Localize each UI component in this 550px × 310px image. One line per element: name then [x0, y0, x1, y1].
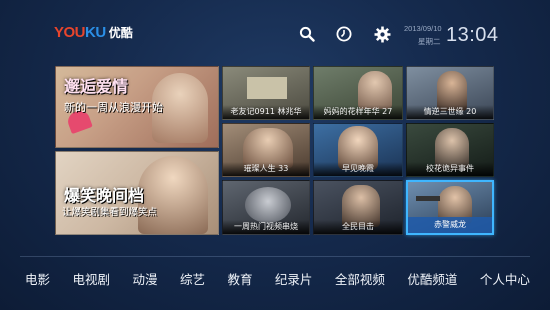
video-tile-focused[interactable]: 赤警威龙 [406, 180, 494, 235]
clock-icon[interactable] [335, 25, 353, 43]
tile-caption: 老友记0911 林兆华 [223, 105, 309, 119]
clock-text: 13:04 [446, 24, 499, 46]
video-tile[interactable]: 校花诡异事件 [406, 123, 494, 177]
nav-item-all-videos[interactable]: 全部视频 [335, 269, 385, 288]
tile-caption: 情逆三世缘 20 [407, 105, 493, 119]
logo-you-text: YOU [54, 24, 86, 41]
tile-caption: 全民目击 [314, 220, 402, 234]
search-icon[interactable] [298, 25, 316, 43]
video-tile[interactable]: 情逆三世缘 20 [406, 66, 494, 120]
nav-item-tv-series[interactable]: 电视剧 [72, 269, 110, 288]
featured-tile-comedy[interactable]: 爆笑晚间档 让爆笑剧集看到爆笑点 [55, 151, 219, 235]
gun-icon [416, 196, 440, 201]
tile-thumbnail [358, 71, 392, 109]
gear-icon[interactable] [373, 25, 391, 43]
featured-subtitle: 让爆笑剧集看到爆笑点 [62, 207, 158, 218]
tile-caption: 赤警威龙 [408, 217, 492, 233]
video-tile[interactable]: 老友记0911 林兆华 [222, 66, 310, 120]
nav-item-education[interactable]: 教育 [227, 269, 252, 288]
nav-divider [20, 256, 530, 257]
weekday-text: 星期二 [418, 37, 441, 46]
featured-subtitle: 新的一周从浪漫开始 [64, 101, 163, 114]
video-tile[interactable]: 全民目击 [313, 180, 403, 235]
nav-item-anime[interactable]: 动漫 [132, 269, 157, 288]
bottom-nav: 电影 电视剧 动漫 综艺 教育 纪录片 全部视频 优酷频道 个人中心 [20, 262, 535, 294]
video-tile[interactable]: 早见晚霞 [313, 123, 403, 177]
nav-item-youku-channel[interactable]: 优酷频道 [407, 269, 457, 288]
tile-caption: 校花诡异事件 [407, 162, 493, 176]
logo-cn-text: 优酷 [108, 26, 133, 40]
tile-caption: 璀璨人生 33 [223, 162, 309, 176]
tile-thumbnail [247, 77, 287, 99]
tile-caption: 妈妈的花样年华 27 [314, 105, 402, 119]
tile-caption: 早见晚霞 [314, 162, 402, 176]
featured-title: 爆笑晚间档 [64, 186, 145, 205]
tile-thumbnail [245, 187, 291, 223]
video-tile[interactable]: 一周热门视频串烧 [222, 180, 310, 235]
nav-item-variety[interactable]: 综艺 [180, 269, 205, 288]
featured-image-man [138, 156, 208, 234]
nav-item-documentary[interactable]: 纪录片 [275, 269, 313, 288]
video-tile[interactable]: 璀璨人生 33 [222, 123, 310, 177]
top-bar: YOU KU 优酷 2013/09/10 星期二 13:04 [0, 0, 550, 62]
logo-ku-text: KU [85, 24, 106, 41]
featured-title: 邂逅爱情 [64, 77, 129, 96]
featured-tile-romance[interactable]: 邂逅爱情 新的一周从浪漫开始 [55, 66, 219, 148]
nav-item-personal-center[interactable]: 个人中心 [480, 269, 530, 288]
nav-item-movies[interactable]: 电影 [25, 269, 50, 288]
date-text: 2013/09/10 [404, 24, 442, 33]
tile-caption: 一周热门视频串烧 [223, 220, 309, 234]
video-tile[interactable]: 妈妈的花样年华 27 [313, 66, 403, 120]
youku-logo: YOU KU 优酷 [54, 24, 133, 41]
